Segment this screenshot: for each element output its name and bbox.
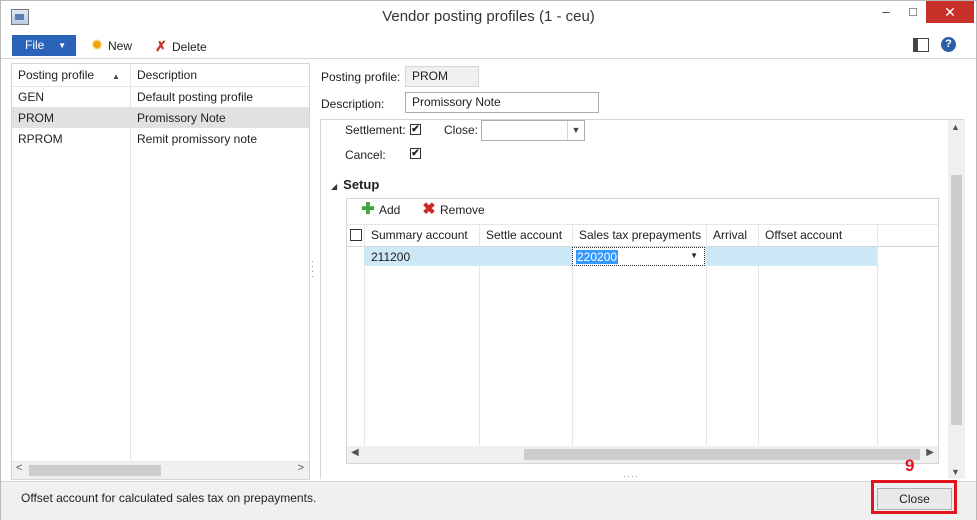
setup-section-header[interactable]: ◢ Setup [331, 177, 379, 192]
window-title: Vendor posting profiles (1 - ceu) [382, 8, 595, 25]
pane-splitter[interactable]: · · · · [311, 257, 315, 281]
window: Vendor posting profiles (1 - ceu) – □ ✕ … [0, 0, 977, 520]
summary-account-cell[interactable]: 211200 [371, 250, 410, 264]
cancel-label: Cancel: [345, 148, 386, 162]
description-cell: Default posting profile [137, 90, 254, 104]
minimize-button[interactable]: – [871, 1, 901, 23]
setup-grid-header: Summary account Settle account Sales tax… [347, 224, 938, 247]
list-header: Posting profile ▲ Description [12, 64, 309, 87]
scroll-up-icon[interactable]: ▲ [951, 122, 960, 132]
add-button[interactable]: ✚ Add [360, 201, 401, 218]
file-label: File [25, 38, 45, 52]
list-row[interactable]: RPROM Remit promissory note [12, 128, 309, 149]
annotation-highlight-box [871, 480, 957, 514]
setup-heading: Setup [343, 177, 380, 192]
description-cell: Remit promissory note [137, 132, 258, 146]
remove-button[interactable]: ✖ Remove [421, 201, 485, 218]
settlement-checkbox[interactable]: ✔ [410, 124, 421, 135]
column-header-arrival[interactable]: Arrival [713, 228, 747, 242]
delete-button[interactable]: ✗ Delete [153, 37, 207, 55]
setup-grid: ✚ Add ✖ Remove Summary account Settle acco… [346, 198, 939, 464]
column-header-summary-account[interactable]: Summary account [371, 228, 468, 242]
chevron-down-icon[interactable]: ▼ [690, 251, 698, 260]
close-label: Close: [444, 123, 479, 137]
new-button[interactable]: ✹ New [89, 37, 132, 55]
list-row-selected[interactable]: PROM Promissory Note [12, 107, 309, 128]
column-header-sales-tax-prepayments[interactable]: Sales tax prepayments [579, 228, 701, 242]
grid-horizontal-scrollbar[interactable]: ◀ ▶ [347, 446, 938, 463]
sort-ascending-icon: ▲ [112, 72, 120, 81]
sun-star-icon: ✹ [90, 37, 104, 54]
setup-toolbar: ✚ Add ✖ Remove [347, 199, 938, 225]
scroll-thumb[interactable] [951, 175, 962, 425]
annotation-number: 9 [905, 456, 915, 475]
description-cell: Promissory Note [137, 111, 226, 125]
scroll-down-icon[interactable]: ▼ [951, 467, 960, 477]
column-header-description[interactable]: Description [137, 68, 197, 82]
scroll-right-icon[interactable]: > [298, 462, 304, 474]
plus-icon: ✚ [361, 201, 375, 218]
chevron-down-icon[interactable]: ▼ [567, 121, 584, 140]
scroll-left-icon[interactable]: < [16, 462, 22, 474]
collapse-icon: ◢ [331, 182, 338, 191]
ribbon: File ▼ ✹ New ✗ Delete ? [1, 33, 976, 59]
scroll-thumb[interactable] [29, 465, 161, 476]
scroll-left-icon[interactable]: ◀ [351, 447, 359, 458]
profile-cell: PROM [18, 111, 54, 125]
details-panel: Settlement: ✔ Close: ▼ Cancel: ✔ ◢ Setup … [320, 119, 965, 479]
red-x-icon: ✗ [155, 38, 167, 54]
delete-label: Delete [172, 40, 207, 54]
column-header-settle-account[interactable]: Settle account [486, 228, 562, 242]
add-label: Add [379, 203, 401, 217]
sales-tax-prepayments-dropdown[interactable]: 220200 ▼ [572, 247, 705, 266]
sales-tax-prepayments-value: 220200 [576, 250, 619, 264]
list-row[interactable]: GEN Default posting profile [12, 86, 309, 107]
column-header-offset-account[interactable]: Offset account [765, 228, 842, 242]
description-label: Description: [321, 97, 385, 111]
status-bar: Offset account for calculated sales tax … [1, 481, 976, 520]
posting-profile-list: Posting profile ▲ Description GEN Default… [11, 63, 310, 480]
column-header-posting-profile[interactable]: Posting profile ▲ [18, 68, 120, 82]
help-icon[interactable]: ? [941, 37, 956, 52]
table-row-selected[interactable]: 211200 220200 ▼ [364, 247, 877, 266]
status-text: Offset account for calculated sales tax … [21, 491, 317, 505]
new-label: New [108, 39, 133, 53]
red-x-icon: ✖ [422, 201, 436, 218]
cancel-checkbox[interactable]: ✔ [410, 148, 421, 159]
remove-label: Remove [440, 203, 485, 217]
maximize-button[interactable]: □ [898, 1, 928, 23]
posting-profile-label: Posting profile: [321, 70, 401, 84]
file-menu-button[interactable]: File ▼ [12, 35, 76, 56]
posting-profile-field[interactable]: PROM [405, 66, 479, 87]
close-select[interactable]: ▼ [481, 120, 585, 141]
settlement-label: Settlement: [345, 123, 406, 137]
resize-grip[interactable]: ···· [623, 471, 639, 481]
list-horizontal-scrollbar[interactable]: < > [12, 461, 309, 479]
scroll-right-icon[interactable]: ▶ [926, 447, 934, 458]
profile-cell: GEN [18, 90, 45, 104]
chevron-down-icon: ▼ [58, 41, 66, 50]
select-all-checkbox[interactable] [350, 229, 362, 241]
title-bar: Vendor posting profiles (1 - ceu) – □ ✕ [1, 1, 976, 33]
close-window-button[interactable]: ✕ [926, 1, 974, 23]
description-field[interactable]: Promissory Note [405, 92, 599, 113]
scroll-thumb[interactable] [524, 449, 920, 460]
details-vertical-scrollbar[interactable]: ▲ ▼ [948, 120, 965, 479]
profile-cell: RPROM [18, 132, 63, 146]
layout-panel-icon[interactable] [913, 38, 929, 52]
column-divider [877, 224, 878, 445]
